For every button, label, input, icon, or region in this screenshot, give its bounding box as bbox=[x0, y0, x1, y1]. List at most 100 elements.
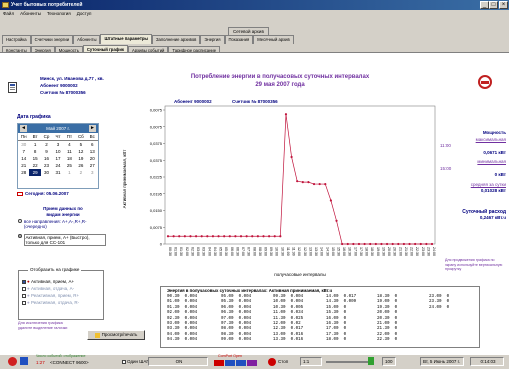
plot-area bbox=[164, 105, 436, 245]
x-tick-label: 16:00 bbox=[342, 247, 346, 256]
x-tick-label: 09:30 bbox=[269, 247, 273, 256]
speed-slider[interactable] bbox=[326, 361, 370, 363]
calendar-day[interactable]: 3 bbox=[87, 169, 98, 176]
data-point bbox=[234, 235, 237, 238]
radio-all[interactable] bbox=[18, 219, 22, 223]
calendar-day[interactable]: 3 bbox=[52, 141, 63, 148]
x-tick-label: 17:30 bbox=[359, 247, 363, 256]
tab-monthly-archive[interactable]: Месячный архив bbox=[253, 35, 294, 44]
calendar-day[interactable]: 24 bbox=[52, 162, 63, 169]
calendar-day[interactable]: 23 bbox=[41, 162, 52, 169]
calendar-day[interactable]: 13 bbox=[87, 148, 98, 155]
one-step-checkbox[interactable]: Один ШАГ bbox=[122, 359, 149, 364]
status-date: Вт, 5 Июнь 2007 г. bbox=[420, 357, 464, 366]
tab-settings[interactable]: Настройка bbox=[2, 35, 31, 44]
calendar-day[interactable]: 8 bbox=[29, 148, 40, 155]
tab-meters[interactable]: Счетчики энергии bbox=[30, 35, 74, 44]
series-active-export[interactable]: ● Активная, отдача, А- bbox=[22, 285, 79, 292]
data-point bbox=[357, 242, 361, 246]
x-tick-label: 16:30 bbox=[348, 247, 352, 256]
data-point bbox=[402, 242, 406, 246]
tab-readings[interactable]: Показания bbox=[224, 35, 254, 44]
menu-file[interactable]: Файл bbox=[3, 10, 14, 18]
document-icon[interactable] bbox=[8, 82, 17, 93]
x-tick-label: 02:30 bbox=[190, 247, 194, 256]
print-preview-button[interactable]: Просмотр/печать bbox=[87, 330, 145, 340]
x-tick-label: 20:00 bbox=[387, 247, 391, 256]
energy-option-active[interactable]: Активная, прием, А+ (Быстро), только для… bbox=[18, 234, 106, 246]
calendar-day[interactable]: 1 bbox=[64, 169, 75, 176]
prev-month-button[interactable]: ◄ bbox=[20, 125, 27, 132]
calendar-day[interactable]: 14 bbox=[18, 155, 29, 162]
calendar-day[interactable]: 31 bbox=[52, 169, 63, 176]
calendar-day[interactable]: 11 bbox=[64, 148, 75, 155]
calendar-day[interactable]: 9 bbox=[41, 148, 52, 155]
rate-select[interactable]: 1:1 bbox=[300, 357, 322, 366]
maximize-button[interactable]: □ bbox=[489, 1, 498, 9]
calendar-day[interactable]: 2 bbox=[75, 169, 86, 176]
data-point bbox=[245, 235, 248, 238]
calendar-day[interactable]: 12 bbox=[75, 148, 86, 155]
data-point bbox=[341, 242, 344, 246]
tab-fill-archives[interactable]: Заполнение архивов bbox=[152, 35, 201, 44]
weekday-header: Чт bbox=[52, 133, 64, 141]
today-marker-icon bbox=[17, 191, 23, 196]
weekday-header: Ср bbox=[40, 133, 53, 141]
calendar-day[interactable]: 17 bbox=[52, 155, 63, 162]
calendar-month[interactable]: Май 2007 г. bbox=[46, 126, 70, 131]
calendar-day[interactable]: 1 bbox=[29, 141, 40, 148]
calendar-day[interactable]: 7 bbox=[18, 148, 29, 155]
x-tick-label: 15:00 bbox=[331, 247, 335, 256]
calendar-day[interactable]: 20 bbox=[87, 155, 98, 162]
energy-option-all[interactable]: все направления: А+,А-,R+,R-(очередно) bbox=[18, 219, 106, 229]
calendar-day[interactable]: 19 bbox=[75, 155, 86, 162]
speed-slider-thumb[interactable] bbox=[368, 357, 374, 365]
calendar-day[interactable]: 26 bbox=[75, 162, 86, 169]
tab-subscribers[interactable]: Абоненты bbox=[73, 35, 101, 44]
calendar-day[interactable]: 2 bbox=[41, 141, 52, 148]
status-time-left: 1:27 bbox=[36, 360, 45, 365]
radio-active[interactable] bbox=[18, 234, 22, 238]
window-title-bar: Учет бытовых потребителей bbox=[0, 0, 509, 10]
minimize-button[interactable]: _ bbox=[480, 1, 489, 9]
menu-subscribers[interactable]: Абоненты bbox=[20, 10, 41, 18]
light-blue2-icon bbox=[236, 360, 246, 366]
calendar-day[interactable]: 22 bbox=[29, 162, 40, 169]
calendar-day[interactable]: 25 bbox=[64, 162, 75, 169]
calendar-day[interactable]: 16 bbox=[41, 155, 52, 162]
light-blue-icon bbox=[225, 360, 235, 366]
calendar-day[interactable]: 4 bbox=[64, 141, 75, 148]
today-row[interactable]: Сегодня: 05.06.2007 bbox=[17, 191, 69, 196]
calendar-day[interactable]: 30 bbox=[18, 141, 29, 148]
calendar-day[interactable]: 10 bbox=[52, 148, 63, 155]
calendar-day[interactable]: 5 bbox=[75, 141, 86, 148]
calendar-day[interactable]: 27 bbox=[87, 162, 98, 169]
series-active-import[interactable]: ● Активная, прием, А+ bbox=[22, 278, 79, 285]
menu-access[interactable]: Доступ bbox=[77, 10, 92, 18]
y-tick-label: 0,0075 bbox=[150, 225, 163, 230]
menu-technology[interactable]: Технология bbox=[47, 10, 71, 18]
data-point bbox=[290, 155, 293, 159]
calendar-header: ◄ Май 2007 г. ► bbox=[18, 124, 98, 133]
calendar-day[interactable]: 29 bbox=[29, 169, 41, 176]
calendar-day[interactable]: 18 bbox=[64, 155, 75, 162]
data-point bbox=[273, 235, 276, 238]
energy-types-title: Прием данных по видам энергии bbox=[43, 206, 83, 217]
series-reactive-import[interactable]: ● Реактивная, прием, R+ bbox=[22, 292, 79, 299]
data-point bbox=[200, 235, 203, 238]
next-month-button[interactable]: ► bbox=[88, 125, 96, 132]
close-button[interactable]: × bbox=[499, 1, 508, 9]
calendar-day[interactable]: 15 bbox=[29, 155, 40, 162]
series-reactive-export[interactable]: ● Реактивная, отдача, R- bbox=[22, 299, 79, 306]
calendar-day[interactable]: 28 bbox=[18, 169, 29, 176]
tab-standard-params[interactable]: Штатные параметры bbox=[100, 34, 153, 44]
y-tick-label: 0,0195 bbox=[150, 191, 163, 196]
calendar-day[interactable]: 21 bbox=[18, 162, 29, 169]
calendar-day[interactable]: 6 bbox=[87, 141, 98, 148]
x-tick-label: 00:30 bbox=[168, 247, 172, 256]
stop-icon[interactable] bbox=[268, 358, 276, 366]
app-icon bbox=[2, 2, 9, 8]
scroll-note: Для продвижения графика по экрану исполь… bbox=[445, 258, 503, 272]
tab-energy[interactable]: Энергия bbox=[200, 35, 225, 44]
calendar-day[interactable]: 30 bbox=[41, 169, 52, 176]
